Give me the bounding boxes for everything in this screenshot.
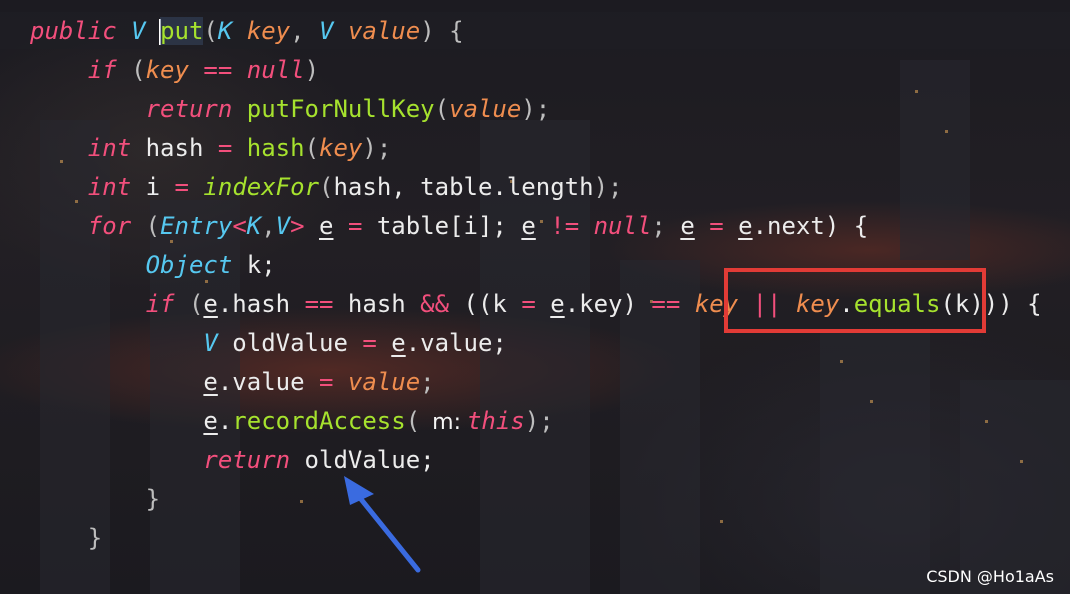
watermark: CSDN @Ho1aAs [926, 567, 1054, 586]
arrow-icon [344, 476, 421, 573]
